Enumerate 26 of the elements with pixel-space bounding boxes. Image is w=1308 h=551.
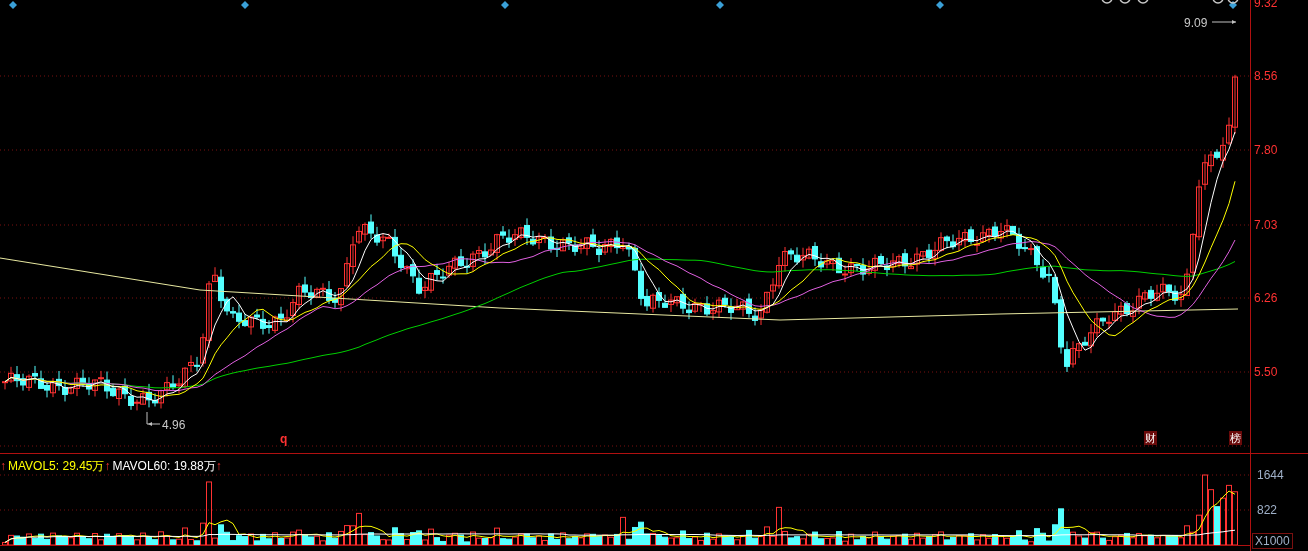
price-axis-label: 5.50: [1254, 365, 1278, 379]
event-marker-icon[interactable]: [716, 1, 724, 9]
price-axis-label: 7.03: [1254, 218, 1278, 232]
arrow-icon: ↑: [0, 457, 6, 475]
event-marker-icon[interactable]: [241, 1, 249, 9]
price-axis-label: 6.26: [1254, 291, 1278, 305]
arrow-icon: ↑: [104, 457, 111, 475]
unit-label: X1000: [1252, 533, 1293, 549]
event-badge[interactable]: 财: [1144, 431, 1157, 445]
price-axis-label: 8.56: [1254, 69, 1278, 83]
arrow-icon: ↑: [215, 457, 222, 475]
low-price-label: 4.96: [162, 417, 186, 434]
event-badge[interactable]: 榜: [1229, 431, 1242, 445]
event-badge[interactable]: q: [280, 430, 288, 448]
event-marker-icon[interactable]: [501, 1, 509, 9]
high-price-label: 9.09: [1184, 15, 1208, 32]
legend-label: MAVOL60: 19.88万: [112, 458, 216, 475]
leader-line: [1211, 20, 1237, 24]
event-marker-icon[interactable]: [9, 1, 17, 9]
volume-axis-label: 1644: [1257, 468, 1284, 482]
price-axis-label: 7.80: [1254, 143, 1278, 157]
leader-line: [146, 411, 161, 426]
legend-label: MAVOL5: 29.45万: [8, 458, 105, 475]
volume-axis-label: 822: [1257, 503, 1278, 517]
event-marker-icon[interactable]: [1229, 1, 1237, 9]
event-marker-icon[interactable]: [936, 1, 944, 9]
